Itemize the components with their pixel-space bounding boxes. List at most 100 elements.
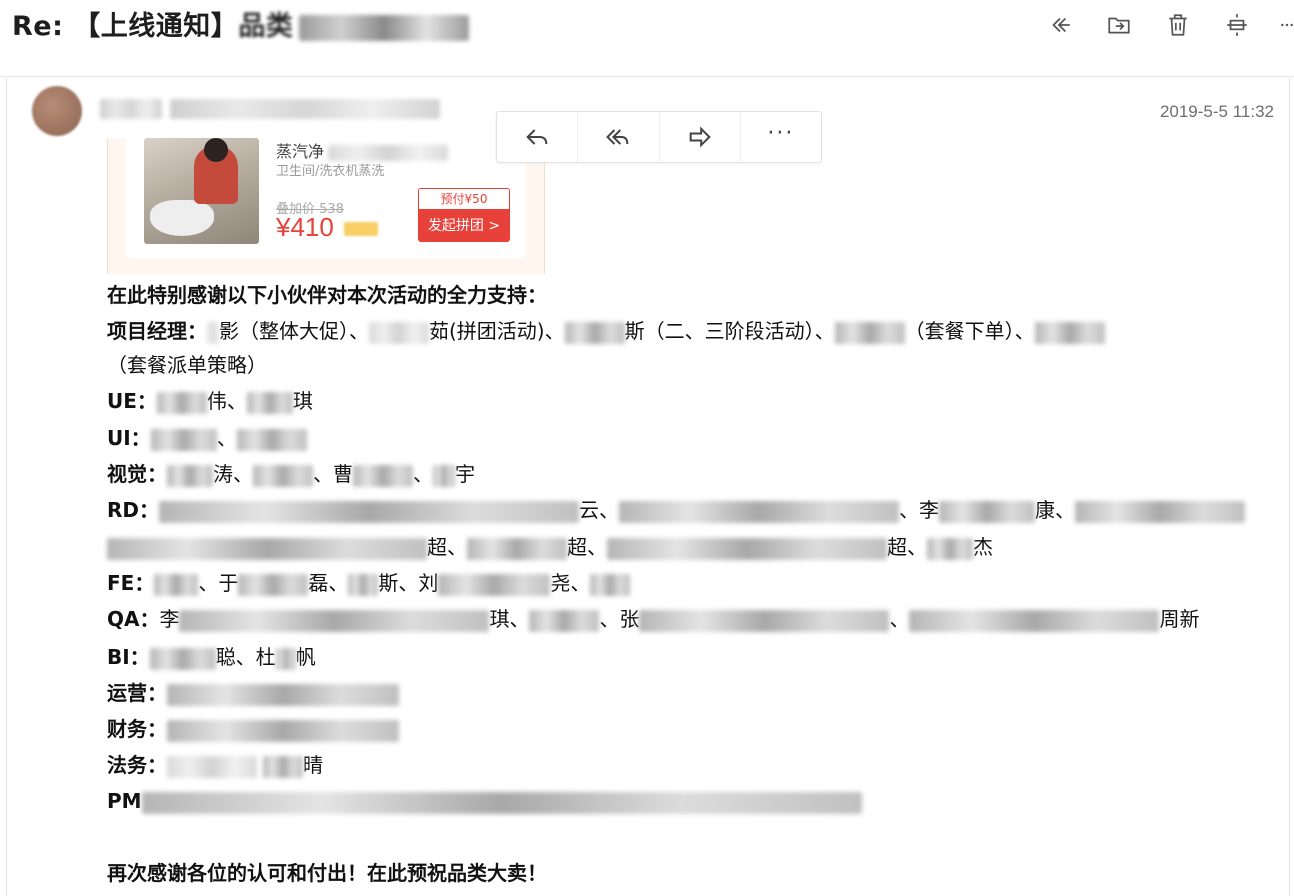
fe-t3: 斯、刘: [378, 571, 439, 595]
ue-t1: 伟、: [206, 389, 247, 413]
forward-icon[interactable]: [660, 112, 741, 162]
rd-line1-t3: 康、: [1035, 498, 1076, 522]
rd-line1-t1: 云、: [579, 498, 620, 522]
role-label-rd: RD：: [107, 498, 160, 522]
visual-t2: 、曹: [313, 462, 353, 486]
redacted: [179, 609, 490, 632]
closing-line: 再次感谢各位的认可和付出！在此预祝品类大卖！: [107, 861, 547, 885]
redacted: [909, 609, 1160, 632]
rd-line2-t1: 超、: [427, 535, 467, 559]
reply-all-icon[interactable]: [578, 112, 660, 162]
qa-t5: 周新: [1159, 607, 1200, 631]
role-label-ops: 运营：: [107, 681, 167, 705]
qa-t1: 李: [159, 607, 180, 631]
redacted: [236, 428, 307, 451]
subject-prefix: Re: 【上线通知】: [12, 11, 239, 42]
role-label-pm: 项目经理：: [107, 319, 207, 343]
pm-line1-t3: 斯（二、三阶段活动）、: [624, 319, 835, 343]
redacted: [619, 500, 900, 523]
fe-t2: 磊、: [308, 571, 349, 595]
more-icon[interactable]: ···: [741, 112, 821, 162]
redacted: [207, 321, 219, 344]
delete-icon[interactable]: [1162, 10, 1194, 40]
pm-line-2: （套餐派单策略）: [107, 353, 267, 377]
redacted: [590, 573, 631, 596]
legal-t1: 晴: [303, 753, 323, 777]
role-label-finance: 财务：: [107, 717, 167, 741]
redacted: [149, 647, 216, 670]
redacted: [167, 755, 257, 778]
ops-line: 运营：: [107, 680, 399, 706]
reply-icon[interactable]: [497, 112, 579, 162]
qa-t4: 、: [889, 607, 910, 631]
redacted: [529, 609, 600, 632]
promo-photo: [144, 138, 259, 244]
more-icon[interactable]: [1280, 10, 1294, 40]
bi-t1: 聪、杜: [215, 645, 276, 669]
role-label-fe: FE：: [107, 571, 155, 595]
visual-line: 视觉： 涛、 、曹 、宇: [107, 461, 475, 487]
redacted: [167, 719, 399, 742]
rd-line2-t2: 超、: [567, 535, 607, 559]
redacted: [253, 464, 313, 487]
move-to-folder-icon[interactable]: [1103, 10, 1135, 40]
qa-t3: 、张: [599, 607, 640, 631]
message-action-popover: ···: [496, 111, 822, 163]
collapse-icon[interactable]: [1221, 10, 1253, 40]
ue-line: UE： 伟、 琪: [107, 388, 313, 414]
subject-redacted: [299, 14, 470, 41]
promo-title: 蒸汽净: [276, 138, 449, 162]
redacted: [275, 647, 296, 670]
visual-t1: 涛、: [213, 462, 253, 486]
redacted: [564, 321, 625, 344]
bi-t2: 帆: [295, 645, 316, 669]
redacted: [939, 500, 1036, 523]
avatar[interactable]: [32, 86, 82, 136]
redacted: [246, 391, 293, 414]
reply-all-icon[interactable]: [1044, 10, 1076, 40]
recipients-redacted[interactable]: [170, 99, 440, 119]
pm-line1-t4: （套餐下单）、: [904, 319, 1035, 343]
redacted: [438, 573, 551, 596]
redacted: [167, 683, 399, 706]
redacted: [433, 464, 455, 487]
redacted: [639, 609, 890, 632]
message-header-bar: Re: 【上线通知】品类: [0, 0, 1294, 74]
ui-line: UI： 、: [107, 425, 307, 451]
role-label-visual: 视觉：: [107, 462, 167, 486]
redacted: [369, 321, 429, 344]
redacted: [150, 428, 217, 451]
redacted: [927, 537, 973, 560]
rd-line-2: 超、 超、 超、 杰: [107, 534, 993, 560]
promo-card-image: 蒸汽净 卫生间/洗衣机蒸洗 叠加价 538 ¥410 预付¥50 发起拼团 >: [107, 138, 545, 274]
redacted: [238, 573, 309, 596]
fe-t1: 、于: [198, 571, 239, 595]
header-divider: [0, 76, 1294, 77]
role-label-qa: QA：: [107, 607, 160, 631]
message-toolbar: [1044, 10, 1294, 40]
redacted: [167, 464, 213, 487]
thanks-line: 在此特别感谢以下小伙伴对本次活动的全力支持：: [107, 283, 547, 307]
role-label-pm-short: PM: [107, 789, 142, 813]
rd-line1-t2: 、李: [899, 498, 940, 522]
redacted: [263, 755, 303, 778]
subject-visible-fragment: 品类: [238, 11, 294, 42]
sent-timestamp: 2019-5-5 11:32: [1159, 102, 1274, 121]
promo-badge: [344, 222, 378, 236]
email-subject: Re: 【上线通知】品类: [12, 4, 470, 43]
more-dots: ···: [767, 120, 795, 146]
bi-line: BI： 聪、杜帆: [107, 644, 316, 670]
finance-line: 财务：: [107, 716, 399, 742]
sender-name-redacted[interactable]: [100, 99, 162, 119]
redacted: [159, 500, 580, 523]
redacted: [834, 321, 905, 344]
legal-line: 法务： 晴: [107, 752, 323, 778]
role-label-bi: BI：: [107, 645, 150, 669]
promo-card: 蒸汽净 卫生间/洗衣机蒸洗 叠加价 538 ¥410 预付¥50 发起拼团 >: [126, 138, 526, 258]
promo-subtitle: 卫生间/洗衣机蒸洗: [276, 164, 385, 179]
start-group-button: 发起拼团 >: [418, 210, 510, 242]
prepay-label: 预付¥50: [418, 188, 510, 210]
redacted: [348, 573, 379, 596]
visual-t4: 宇: [455, 462, 475, 486]
redacted: [141, 791, 862, 814]
